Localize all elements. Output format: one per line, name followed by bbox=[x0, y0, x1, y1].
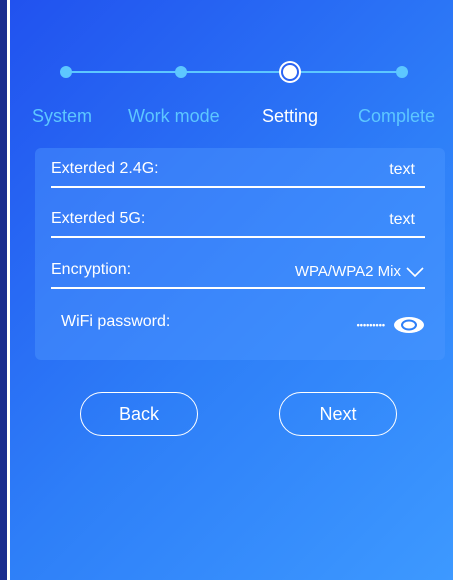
step-label-system: System bbox=[32, 106, 93, 126]
eye-icon[interactable] bbox=[393, 316, 425, 334]
wifi-password-label: WiFi password: bbox=[61, 313, 171, 330]
step-dot-work-mode bbox=[175, 66, 187, 78]
settings-form-card: Exterded 2.4G: text Exterded 5G: text En… bbox=[35, 148, 445, 360]
step-label-complete: Complete bbox=[358, 106, 436, 126]
chevron-down-icon bbox=[406, 266, 424, 277]
next-button[interactable]: Next bbox=[279, 392, 397, 436]
extended-5g-input[interactable]: text bbox=[389, 211, 415, 229]
back-button[interactable]: Back bbox=[80, 392, 198, 436]
step-dot-setting bbox=[281, 63, 299, 81]
extended-5g-row[interactable]: Exterded 5G: text bbox=[51, 198, 425, 238]
step-label-work-mode: Work mode bbox=[128, 106, 220, 126]
step-dot-system bbox=[60, 66, 72, 78]
stepper-line bbox=[66, 71, 402, 73]
wifi-password-field[interactable]: ••••••••• bbox=[357, 316, 425, 334]
extended-24g-row[interactable]: Exterded 2.4G: text bbox=[51, 148, 425, 188]
encryption-select[interactable]: WPA/WPA2 Mix bbox=[295, 263, 425, 280]
wifi-password-input[interactable]: ••••••••• bbox=[357, 320, 385, 330]
extended-24g-input[interactable]: text bbox=[389, 161, 415, 179]
encryption-selected-value: WPA/WPA2 Mix bbox=[294, 263, 401, 280]
step-dot-complete bbox=[396, 66, 408, 78]
wifi-password-row[interactable]: WiFi password: ••••••••• bbox=[61, 301, 425, 339]
progress-stepper: System Work mode Setting Complete bbox=[10, 0, 453, 140]
encryption-row[interactable]: Encryption: WPA/WPA2 Mix bbox=[51, 249, 425, 289]
setup-wizard-screen: System Work mode Setting Complete Exterd… bbox=[10, 0, 453, 580]
step-label-setting: Setting bbox=[262, 106, 319, 126]
encryption-label: Encryption: bbox=[51, 261, 132, 278]
window-edge bbox=[0, 0, 7, 580]
extended-5g-label: Exterded 5G: bbox=[51, 210, 146, 227]
extended-24g-label: Exterded 2.4G: bbox=[51, 160, 159, 177]
